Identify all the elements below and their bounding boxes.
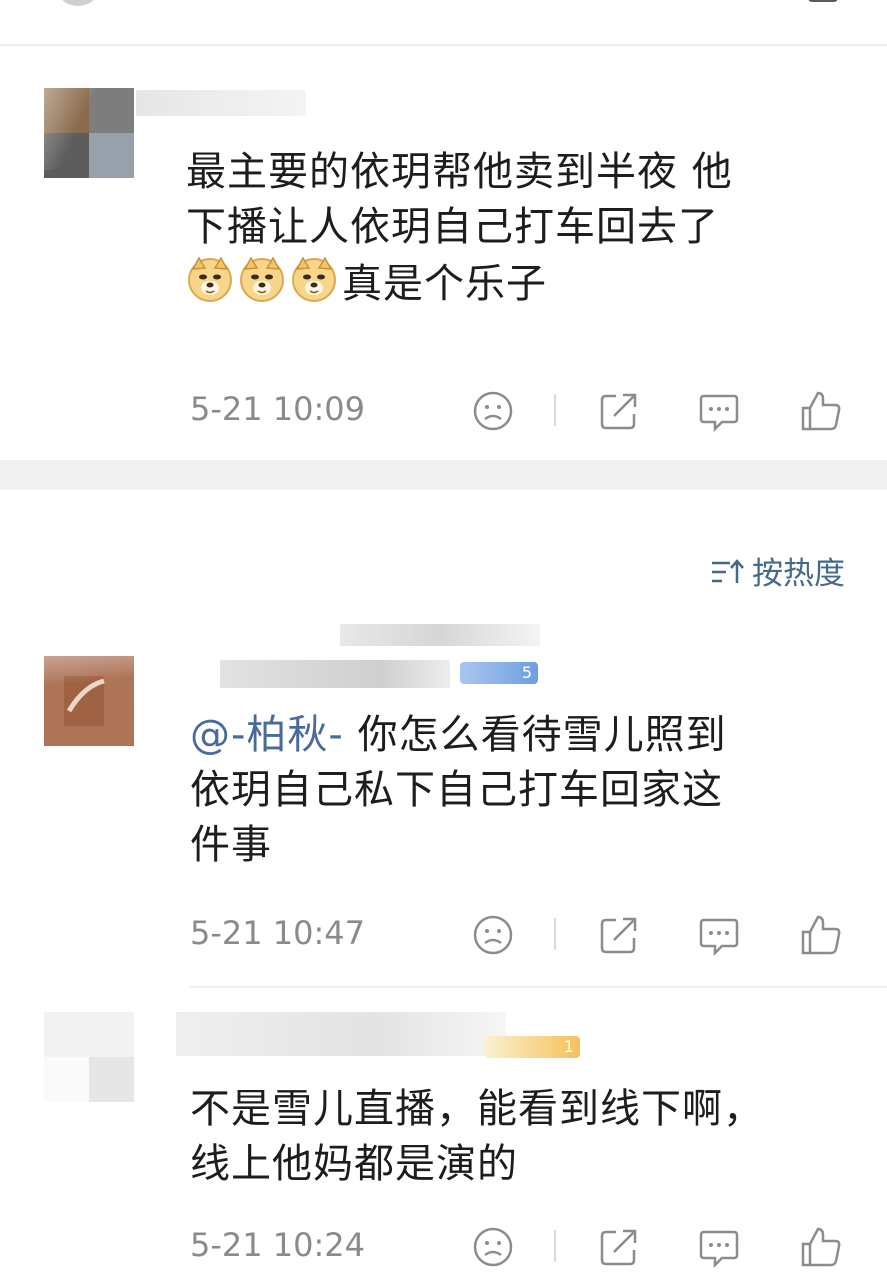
top-bar	[0, 0, 887, 44]
username-blurred	[340, 624, 540, 646]
reply-divider	[190, 986, 887, 988]
username-blurred[interactable]	[176, 1012, 506, 1056]
reply-line-2: 线上他妈都是演的	[190, 1141, 518, 1187]
reply-meta: 5-21 10:24	[190, 1222, 850, 1272]
share-icon[interactable]	[596, 1224, 642, 1270]
reply-text: 不是雪儿直播，能看到线下啊， 线上他妈都是演的	[190, 1082, 764, 1192]
reply-line-2: 依玥自己私下自己打车回家这	[190, 767, 723, 813]
comment-icon[interactable]	[696, 1224, 742, 1270]
mention-link[interactable]: @-柏秋-	[190, 712, 344, 758]
level-badge: 5	[460, 662, 538, 684]
more-icon[interactable]	[808, 0, 838, 2]
comment-line-3-text: 真是个乐子	[342, 261, 547, 307]
action-separator	[554, 1230, 556, 1262]
reply-text: @-柏秋- 你怎么看待雪儿照到 依玥自己私下自己打车回家这 件事	[190, 708, 727, 873]
comment-icon[interactable]	[696, 912, 742, 958]
comment-time: 5-21 10:09	[190, 390, 366, 428]
reply-line-1: @-柏秋- 你怎么看待雪儿照到	[190, 708, 727, 763]
comment-line-1: 最主要的依玥帮他卖到半夜 他	[186, 149, 733, 195]
frown-icon[interactable]	[470, 1224, 516, 1270]
header-divider	[0, 44, 887, 46]
comment-line-2: 下播让人依玥自己打车回去了	[186, 204, 719, 250]
reply-meta: 5-21 10:47	[190, 910, 850, 960]
comment-icon[interactable]	[696, 388, 742, 434]
share-icon[interactable]	[596, 388, 642, 434]
comment-meta: 5-21 10:09	[190, 386, 850, 436]
comment-line-3: 真是个乐子	[186, 255, 733, 312]
action-separator	[554, 394, 556, 426]
reply-line-3: 件事	[190, 822, 272, 868]
section-gap	[0, 460, 887, 490]
level-badge: 1	[484, 1036, 580, 1058]
doge-emoji	[238, 255, 286, 303]
thumbs-up-icon[interactable]	[798, 912, 844, 958]
header-title-cut	[358, 0, 538, 6]
reply-line-1: 不是雪儿直播，能看到线下啊，	[190, 1086, 764, 1132]
doge-emoji	[186, 255, 234, 303]
thumbs-up-icon[interactable]	[798, 1224, 844, 1270]
comment-text: 最主要的依玥帮他卖到半夜 他 下播让人依玥自己打车回去了 真是个乐子	[186, 145, 733, 312]
reply-line-1-text: 你怎么看待雪儿照到	[343, 712, 727, 758]
back-icon[interactable]	[58, 0, 98, 6]
reply-time: 5-21 10:47	[190, 914, 366, 952]
frown-icon[interactable]	[470, 388, 516, 434]
blur-overlay	[0, 70, 130, 170]
reply-time: 5-21 10:24	[190, 1226, 366, 1264]
avatar[interactable]	[44, 1012, 134, 1102]
username-blurred[interactable]	[136, 90, 306, 116]
username-blurred[interactable]	[220, 660, 450, 688]
frown-icon[interactable]	[470, 912, 516, 958]
doge-emoji	[290, 255, 338, 303]
sort-by-heat-button[interactable]: 按热度	[710, 548, 845, 595]
sort-label: 按热度	[752, 556, 845, 592]
sort-icon	[710, 557, 746, 595]
action-separator	[554, 918, 556, 950]
share-icon[interactable]	[596, 912, 642, 958]
thumbs-up-icon[interactable]	[798, 388, 844, 434]
